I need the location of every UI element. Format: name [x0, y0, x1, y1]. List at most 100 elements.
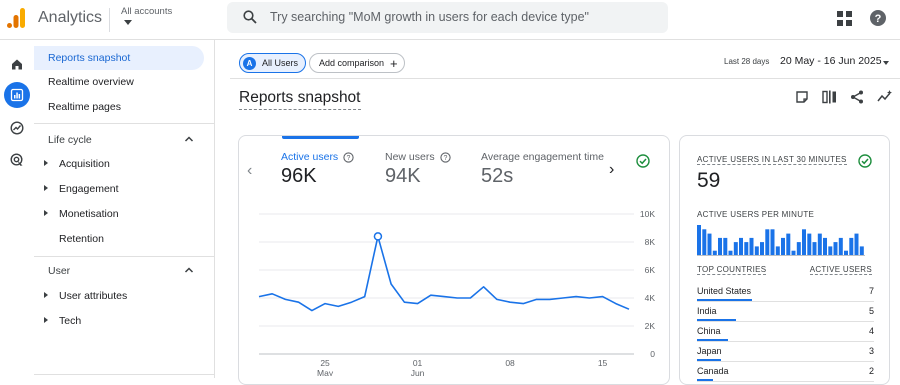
app-title: Analytics: [38, 9, 103, 26]
advertising-icon: [10, 153, 23, 166]
rail-reports[interactable]: [4, 82, 30, 108]
divider: [230, 78, 900, 79]
country-row[interactable]: India 5: [697, 306, 874, 322]
verified-check-icon[interactable]: [636, 154, 650, 168]
nav-acquisition[interactable]: Acquisition: [34, 152, 204, 176]
customize-report-icon[interactable]: [795, 90, 809, 104]
active-users-header: ACTIVE USERS: [809, 265, 872, 275]
help-outline-icon[interactable]: ?: [439, 151, 451, 163]
compare-columns-icon[interactable]: [822, 90, 837, 104]
nav-tech[interactable]: Tech: [34, 309, 204, 333]
share-icon[interactable]: [850, 90, 864, 104]
add-comparison-label: Add comparison: [319, 58, 385, 68]
nav-realtime-overview[interactable]: Realtime overview: [34, 70, 204, 94]
nav-monetisation[interactable]: Monetisation: [34, 202, 204, 226]
country-share-bar: [697, 379, 713, 381]
section-life-cycle[interactable]: Life cycle: [48, 134, 92, 146]
verified-check-icon[interactable]: [858, 154, 872, 168]
nav-label: Retention: [59, 233, 104, 245]
chevron-up-icon[interactable]: [184, 135, 194, 143]
y-tick-label: 2K: [645, 321, 656, 331]
per-minute-bar: [849, 237, 854, 255]
nav-label: Monetisation: [59, 208, 119, 220]
per-minute-bar: [781, 237, 785, 255]
country-name: India: [697, 306, 717, 316]
apps-grid-icon[interactable]: [837, 11, 852, 26]
add-comparison-button[interactable]: Add comparison +: [309, 53, 405, 73]
row-divider: [697, 301, 874, 302]
per-minute-bar: [770, 229, 775, 255]
per-minute-bar: [823, 237, 827, 255]
x-tick-month-label: Jun: [411, 368, 425, 376]
chevron-left-icon[interactable]: ‹: [247, 162, 252, 180]
help-outline-icon[interactable]: ?: [343, 151, 354, 163]
rail-home[interactable]: [4, 51, 30, 77]
country-share-bar: [697, 319, 737, 321]
chevron-down-icon[interactable]: [883, 61, 889, 65]
nav-user-attributes[interactable]: User attributes: [34, 284, 204, 308]
country-row[interactable]: Japan 3: [697, 346, 874, 362]
rail-advertising[interactable]: [4, 147, 30, 173]
date-period-label[interactable]: Last 28 days: [724, 57, 769, 66]
per-minute-bar: [775, 246, 780, 255]
analytics-logo-icon[interactable]: [6, 7, 26, 29]
country-value: 7: [868, 286, 874, 296]
per-minute-bar: [796, 242, 801, 255]
per-minute-bar: [844, 250, 848, 255]
nav-retention[interactable]: Retention: [34, 227, 204, 251]
side-nav: Reports snapshot Realtime overview Realt…: [34, 40, 215, 378]
per-minute-bar: [765, 229, 770, 255]
rail-explore[interactable]: [4, 115, 30, 141]
account-selector[interactable]: All accounts: [121, 6, 172, 17]
country-name: United States: [697, 286, 752, 296]
insights-icon[interactable]: [877, 90, 893, 104]
country-row[interactable]: China 4: [697, 326, 874, 342]
svg-text:?: ?: [875, 13, 882, 25]
search-bar[interactable]: Try searching "MoM growth in users for e…: [227, 2, 668, 33]
help-icon[interactable]: ?: [869, 9, 887, 27]
svg-text:?: ?: [443, 155, 447, 162]
reports-icon: [10, 88, 24, 102]
country-share-bar: [697, 359, 721, 361]
y-tick-label: 4K: [645, 293, 656, 303]
chevron-down-icon[interactable]: [124, 20, 132, 25]
nav-reports-snapshot[interactable]: Reports snapshot: [34, 46, 204, 70]
date-range-picker[interactable]: 20 May - 16 Jun 2025: [780, 55, 882, 67]
divider: [34, 374, 215, 375]
metric-tab-active-users[interactable]: Active users ?: [281, 151, 354, 163]
per-minute-bar: [859, 246, 864, 255]
peak-point-marker: [373, 232, 383, 241]
per-minute-bar: [723, 237, 728, 255]
per-minute-bar: [791, 250, 796, 255]
divider: [34, 256, 215, 257]
row-divider: [697, 341, 874, 342]
country-value: 4: [868, 326, 874, 336]
nav-engagement[interactable]: Engagement: [34, 177, 204, 201]
tab-indicator: [282, 136, 359, 139]
x-tick-month-label: May: [317, 368, 334, 376]
realtime-value: 59: [697, 169, 721, 192]
expand-arrow-icon: [44, 317, 48, 323]
country-row[interactable]: Canada 2: [697, 366, 874, 382]
search-input[interactable]: Try searching "MoM growth in users for e…: [270, 10, 589, 24]
metric-label: Active users: [281, 151, 339, 163]
section-user[interactable]: User: [48, 265, 70, 277]
country-row[interactable]: United States 7: [697, 286, 874, 302]
row-divider: [697, 361, 874, 362]
y-tick-label: 6K: [645, 265, 656, 275]
per-minute-bar: [760, 242, 764, 255]
metric-tab-new-users[interactable]: New users ?: [385, 151, 451, 163]
segment-chip-all-users[interactable]: A All Users: [239, 53, 307, 73]
nav-realtime-pages[interactable]: Realtime pages: [34, 95, 204, 119]
metric-value: 94K: [385, 165, 421, 187]
row-divider: [697, 381, 874, 382]
expand-arrow-icon: [44, 210, 48, 216]
per-minute-bar: [802, 229, 806, 255]
country-name: Canada: [697, 366, 729, 376]
chevron-up-icon[interactable]: [184, 266, 194, 274]
active-users-card: ‹ Active users ? 96K New users ? 94K Ave…: [238, 135, 670, 385]
metric-tab-avg-engagement[interactable]: Average engagement time per active user: [481, 151, 604, 163]
expand-arrow-icon: [44, 185, 48, 191]
chevron-right-icon[interactable]: ›: [609, 161, 614, 179]
country-share-bar: [697, 339, 729, 341]
